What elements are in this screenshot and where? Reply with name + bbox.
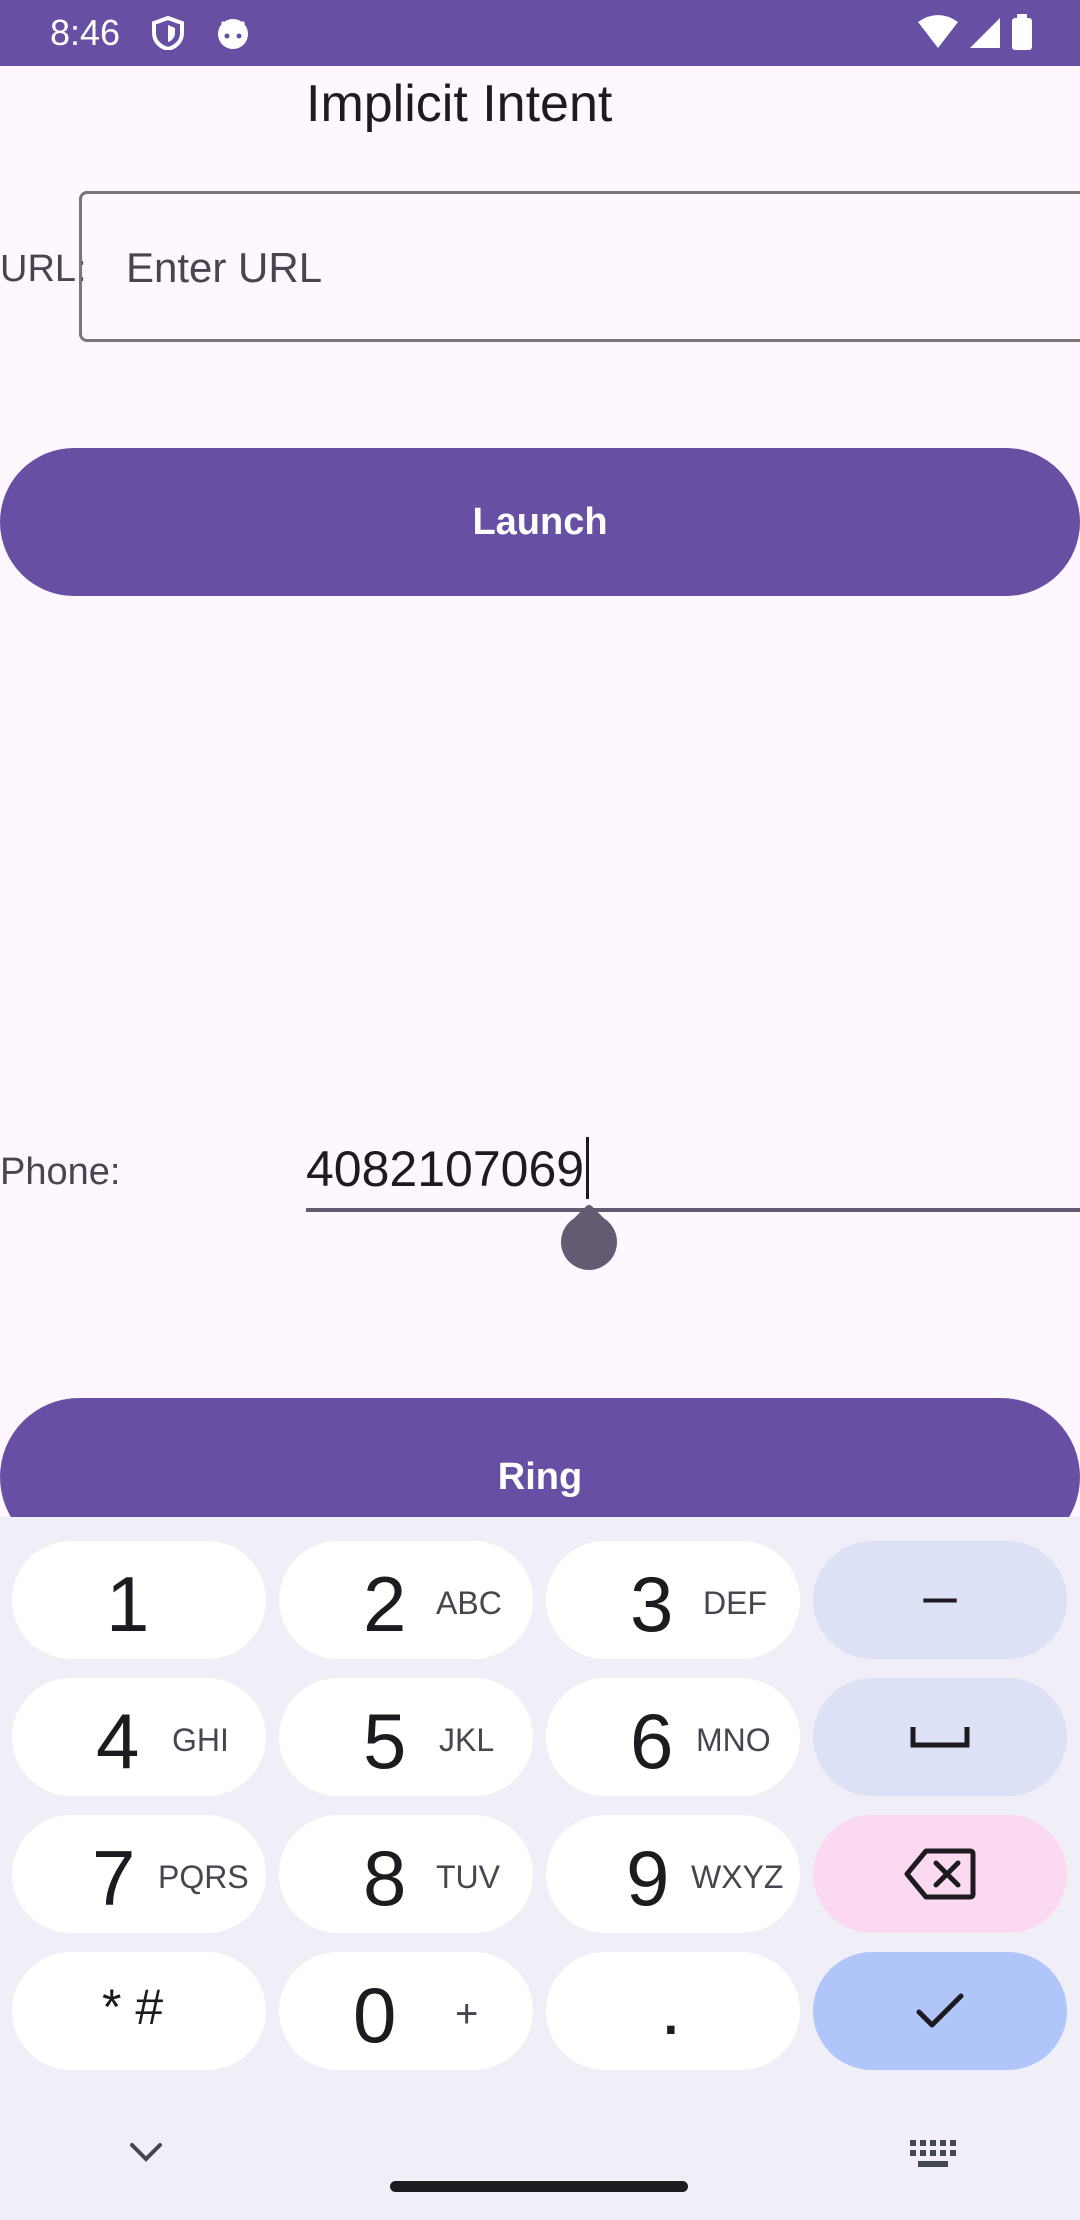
hide-keyboard-chevron-icon[interactable] [128, 2140, 164, 2164]
key-6[interactable]: 6 MNO [546, 1678, 800, 1796]
android-head-icon [218, 19, 248, 49]
backspace-icon [904, 1848, 976, 1900]
key-0[interactable]: 0 + [279, 1952, 533, 2070]
key-5[interactable]: 5 JKL [279, 1678, 533, 1796]
dash-icon: – [923, 1562, 957, 1629]
key-done[interactable] [813, 1952, 1067, 2070]
numeric-keyboard: 1 2 ABC 3 DEF – 4 GHI 5 JKL 6 MNO 7 PQRS… [0, 1517, 1080, 2220]
status-icons-right [916, 14, 1046, 57]
checkmark-icon [916, 1993, 964, 2028]
key-7[interactable]: 7 PQRS [12, 1815, 266, 1933]
key-3[interactable]: 3 DEF [546, 1541, 800, 1659]
phone-input-underline [306, 1208, 1080, 1212]
phone-input[interactable]: 4082107069 [306, 1140, 584, 1198]
phone-label: Phone: [0, 1151, 121, 1193]
key-space[interactable] [813, 1678, 1067, 1796]
wifi-icon [918, 15, 958, 48]
key-backspace[interactable] [813, 1815, 1067, 1933]
url-placeholder: Enter URL [126, 244, 323, 291]
key-period[interactable]: . [546, 1952, 800, 2070]
shield-icon [152, 15, 184, 52]
keyboard-switch-icon[interactable] [910, 2140, 958, 2170]
key-2[interactable]: 2 ABC [279, 1541, 533, 1659]
key-8[interactable]: 8 TUV [279, 1815, 533, 1933]
key-4[interactable]: 4 GHI [12, 1678, 266, 1796]
battery-icon [1012, 14, 1032, 50]
url-label: URL: [0, 248, 87, 290]
key-dash[interactable]: – [813, 1541, 1067, 1659]
key-9[interactable]: 9 WXYZ [546, 1815, 800, 1933]
key-star-hash[interactable]: * # [12, 1952, 266, 2070]
space-icon [910, 1727, 970, 1748]
status-icons-left [152, 15, 252, 55]
cell-signal-icon [970, 18, 1000, 48]
status-time: 8:46 [50, 12, 121, 53]
url-input[interactable]: Enter URL [79, 191, 1080, 342]
status-bar: 8:46 [0, 0, 1080, 66]
launch-button[interactable]: Launch [0, 448, 1080, 596]
home-indicator[interactable] [390, 2181, 688, 2192]
key-1[interactable]: 1 [12, 1541, 266, 1659]
cursor-handle[interactable] [561, 1214, 617, 1270]
text-cursor [586, 1137, 589, 1199]
page-title: Implicit Intent [306, 75, 613, 133]
